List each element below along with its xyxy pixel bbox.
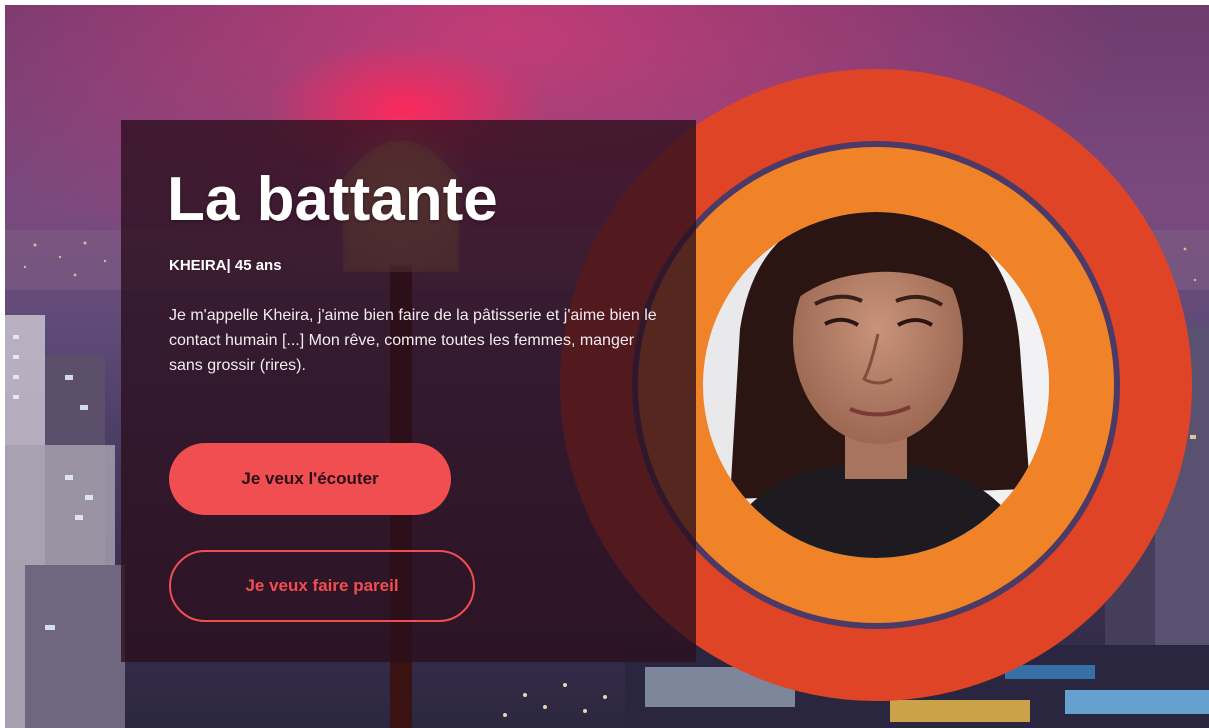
- listen-button[interactable]: Je veux l'écouter: [169, 443, 451, 515]
- hero-description: Je m'appelle Kheira, j'aime bien faire d…: [169, 307, 657, 374]
- hero-subtitle: KHEIRA| 45 ans: [169, 257, 282, 274]
- hero-title: La battante: [167, 165, 498, 234]
- page-frame: La battante KHEIRA| 45 ans Je m'appelle …: [5, 5, 1209, 728]
- do-the-same-button[interactable]: Je veux faire pareil: [169, 550, 475, 622]
- hero-panel: La battante KHEIRA| 45 ans Je m'appelle …: [121, 120, 696, 662]
